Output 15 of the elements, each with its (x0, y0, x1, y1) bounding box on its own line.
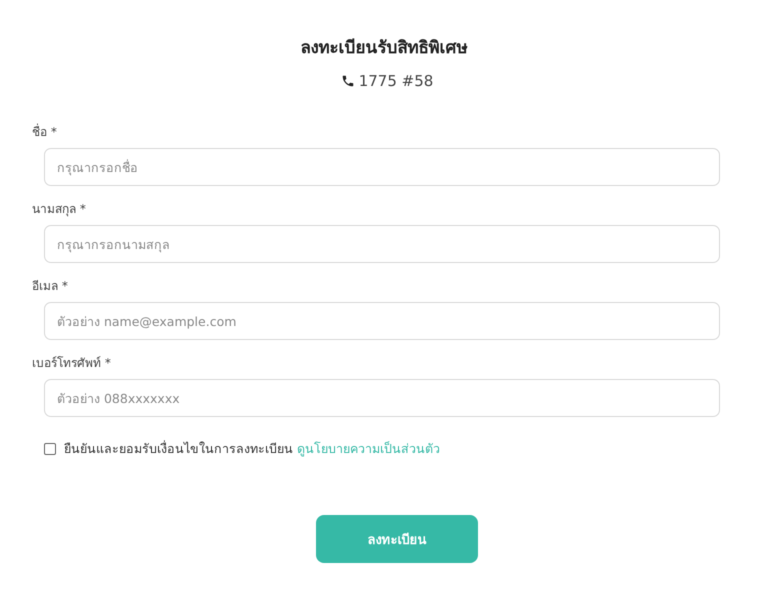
input-field[interactable]: ตัวอย่าง 088xxxxxxx (44, 379, 720, 417)
consent-text: ยืนยันและยอมรับเงื่อนไขในการลงทะเบียน ดูนโยบายความเป็นส่วนตัว (64, 439, 440, 458)
field-label: ชื่อ * (32, 122, 58, 141)
phone-number: 1775 #58 (358, 72, 434, 90)
phone-icon (340, 74, 355, 88)
field-label: อีเมล * (32, 278, 69, 295)
checkbox[interactable] (44, 443, 56, 455)
input-field[interactable]: ตัวอย่าง name@example.com (44, 302, 720, 340)
field-label: นามสกุล * (32, 201, 87, 218)
register-button[interactable]: ลงทะเบียน (316, 515, 478, 563)
privacy-policy-link[interactable]: ดูนโยบายความเป็นส่วนตัว (297, 441, 440, 456)
input-field[interactable]: กรุณากรอกนามสกุล (44, 225, 720, 263)
form-title: ลงทะเบียนรับสิทธิพิเศษ (300, 37, 468, 60)
field-label: เบอร์โทรศัพท์ * (32, 355, 112, 372)
input-field[interactable]: กรุณากรอกชื่อ (44, 148, 720, 186)
